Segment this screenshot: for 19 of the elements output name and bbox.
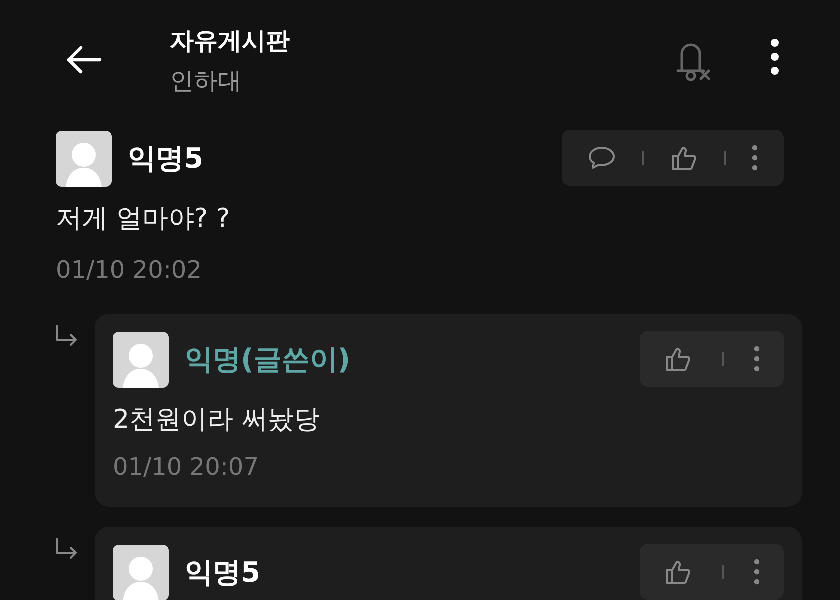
author-name: 익명5 [128,141,204,177]
avatar-icon [113,332,169,388]
comment-time: 01/10 20:02 [56,256,203,284]
thumbs-up-icon[interactable] [664,345,692,373]
reply-arrow-icon [54,324,80,346]
school-name: 인하대 [170,66,243,97]
reply-time: 01/10 20:07 [113,453,260,481]
more-icon[interactable] [770,38,780,76]
avatar-icon [56,131,112,187]
speech-bubble-icon[interactable] [588,145,616,171]
avatar-icon [113,545,169,600]
reply-arrow-icon [54,537,80,559]
thumbs-up-icon[interactable] [670,144,698,172]
author-name: 익명(글쓴이) [185,342,352,378]
reply-text: 2천원이라 써놨당 [113,404,321,437]
thumbs-up-icon[interactable] [664,558,692,586]
board-title: 자유게시판 [170,26,291,57]
author-name: 익명5 [185,555,262,591]
comment-text: 저게 얼마야? ? [56,203,232,236]
